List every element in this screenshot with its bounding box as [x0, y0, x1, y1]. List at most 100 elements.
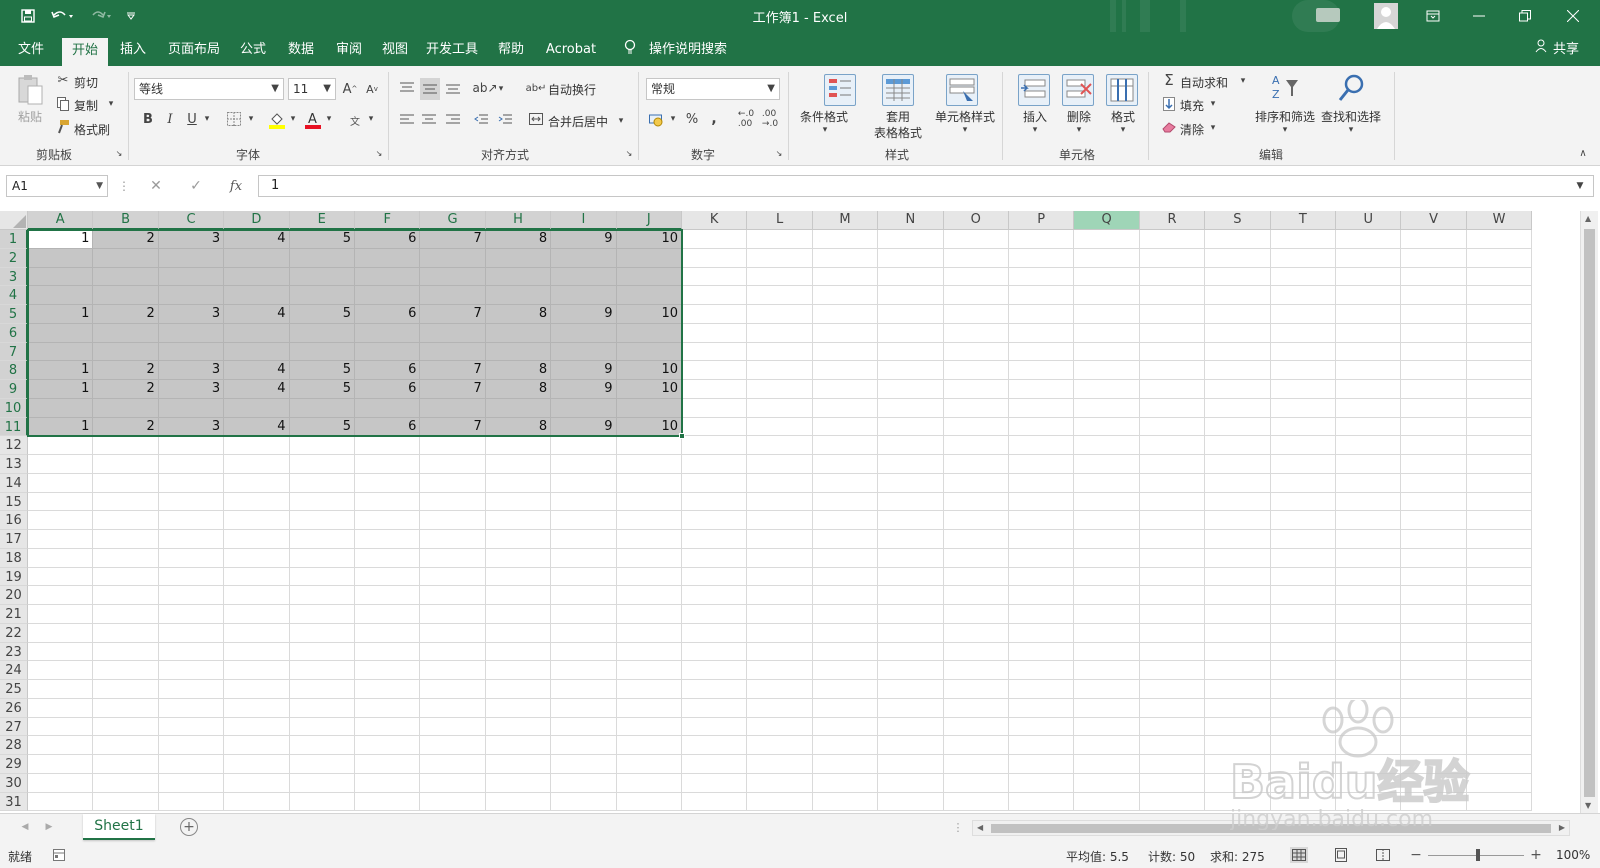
chevron-down-icon[interactable]: ▾ — [1208, 121, 1218, 135]
tab-developer[interactable]: 开发工具 — [422, 39, 482, 65]
cell-f2[interactable] — [355, 248, 421, 268]
cell-r1[interactable] — [1139, 230, 1206, 249]
cell-m27[interactable] — [812, 717, 879, 737]
cell-j14[interactable] — [616, 473, 682, 493]
cell-l4[interactable] — [747, 286, 813, 305]
cell-i26[interactable] — [551, 698, 617, 718]
phonetic-guide-icon[interactable]: 文 — [346, 110, 364, 130]
cell-g2[interactable] — [420, 248, 486, 268]
cell-g17[interactable] — [420, 530, 486, 549]
cell-h28[interactable] — [485, 736, 552, 755]
cell-v17[interactable] — [1401, 530, 1467, 549]
cell-r27[interactable] — [1139, 717, 1206, 737]
cell-c10[interactable] — [158, 398, 225, 418]
chevron-down-icon[interactable]: ▾ — [106, 97, 116, 111]
paste-icon[interactable] — [16, 74, 44, 108]
chevron-down-icon[interactable]: ▾ — [616, 112, 626, 130]
cell-w5[interactable] — [1466, 305, 1533, 324]
cell-p21[interactable] — [1009, 605, 1075, 624]
cell-u7[interactable] — [1336, 342, 1402, 362]
cell-b9[interactable]: 2 — [93, 380, 159, 399]
cell-c31[interactable] — [158, 792, 225, 812]
cell-b14[interactable] — [93, 473, 159, 493]
cell-v27[interactable] — [1401, 717, 1467, 737]
cell-f8[interactable]: 6 — [355, 361, 421, 380]
cell-f22[interactable] — [355, 623, 421, 643]
cell-q3[interactable] — [1074, 267, 1140, 287]
cell-p11[interactable] — [1009, 417, 1075, 437]
cell-b5[interactable]: 2 — [93, 305, 159, 324]
cell-p3[interactable] — [1009, 267, 1075, 287]
cell-a15[interactable] — [28, 492, 94, 512]
cell-q31[interactable] — [1074, 792, 1140, 812]
cell-n9[interactable] — [878, 380, 944, 399]
cell-e22[interactable] — [289, 623, 355, 643]
cell-e6[interactable] — [289, 323, 355, 343]
cell-i20[interactable] — [551, 586, 617, 605]
cell-h16[interactable] — [485, 511, 552, 530]
column-header-v[interactable]: V — [1401, 211, 1467, 230]
cell-j1[interactable]: 10 — [616, 230, 682, 249]
cell-c13[interactable] — [158, 455, 225, 474]
cell-v14[interactable] — [1401, 473, 1467, 493]
cell-f25[interactable] — [355, 680, 421, 699]
cell-e8[interactable]: 5 — [289, 361, 355, 380]
cell-i30[interactable] — [551, 773, 617, 793]
horizontal-scrollbar[interactable]: ◀ ▶ — [972, 820, 1570, 836]
sheet-tab-sheet1[interactable]: Sheet1 — [83, 814, 155, 840]
cell-o9[interactable] — [943, 380, 1009, 399]
cell-t4[interactable] — [1270, 286, 1336, 305]
cell-s7[interactable] — [1205, 342, 1271, 362]
cell-b12[interactable] — [93, 436, 159, 455]
tab-acrobat[interactable]: Acrobat — [540, 39, 602, 65]
cell-h15[interactable] — [485, 492, 552, 512]
cell-s3[interactable] — [1205, 267, 1271, 287]
close-icon[interactable] — [1550, 0, 1596, 32]
cell-p19[interactable] — [1009, 567, 1075, 587]
cell-h24[interactable] — [485, 661, 552, 680]
cell-c24[interactable] — [158, 661, 225, 680]
cell-i28[interactable] — [551, 736, 617, 755]
row-header-29[interactable]: 29 — [0, 755, 28, 774]
cell-e30[interactable] — [289, 773, 355, 793]
font-size-select[interactable]: 11 ▼ — [288, 78, 336, 100]
cell-e31[interactable] — [289, 792, 355, 812]
cell-r11[interactable] — [1139, 417, 1206, 437]
cell-k4[interactable] — [682, 286, 748, 305]
cell-j16[interactable] — [616, 511, 682, 530]
cell-n17[interactable] — [878, 530, 944, 549]
cell-v22[interactable] — [1401, 623, 1467, 643]
next-sheet-icon[interactable]: ▶ — [44, 820, 54, 834]
cell-s13[interactable] — [1205, 455, 1271, 474]
cell-u19[interactable] — [1336, 567, 1402, 587]
cell-l18[interactable] — [747, 548, 813, 568]
cell-r18[interactable] — [1139, 548, 1206, 568]
wrap-text-button[interactable]: 自动换行 — [548, 81, 596, 98]
cell-g29[interactable] — [420, 755, 486, 774]
cell-h8[interactable]: 8 — [485, 361, 552, 380]
cell-j22[interactable] — [616, 623, 682, 643]
cell-v29[interactable] — [1401, 755, 1467, 774]
cell-v3[interactable] — [1401, 267, 1467, 287]
bold-button[interactable]: B — [140, 110, 156, 128]
cell-a2[interactable] — [28, 248, 94, 268]
column-header-r[interactable]: R — [1139, 211, 1206, 230]
cell-o21[interactable] — [943, 605, 1009, 624]
cell-c11[interactable]: 3 — [158, 417, 225, 437]
cell-k11[interactable] — [682, 417, 748, 437]
cell-t10[interactable] — [1270, 398, 1336, 418]
cell-n19[interactable] — [878, 567, 944, 587]
cell-c16[interactable] — [158, 511, 225, 530]
cell-w28[interactable] — [1466, 736, 1533, 755]
format-as-table-line2[interactable]: 表格格式 — [866, 124, 930, 141]
cell-l13[interactable] — [747, 455, 813, 474]
cell-f15[interactable] — [355, 492, 421, 512]
cell-u10[interactable] — [1336, 398, 1402, 418]
cell-e2[interactable] — [289, 248, 355, 268]
tab-page-layout[interactable]: 页面布局 — [164, 39, 224, 65]
cell-w22[interactable] — [1466, 623, 1533, 643]
cell-i1[interactable]: 9 — [551, 230, 617, 249]
cell-t25[interactable] — [1270, 680, 1336, 699]
tell-me-search[interactable]: 操作说明搜索 — [644, 39, 732, 65]
cell-c14[interactable] — [158, 473, 225, 493]
